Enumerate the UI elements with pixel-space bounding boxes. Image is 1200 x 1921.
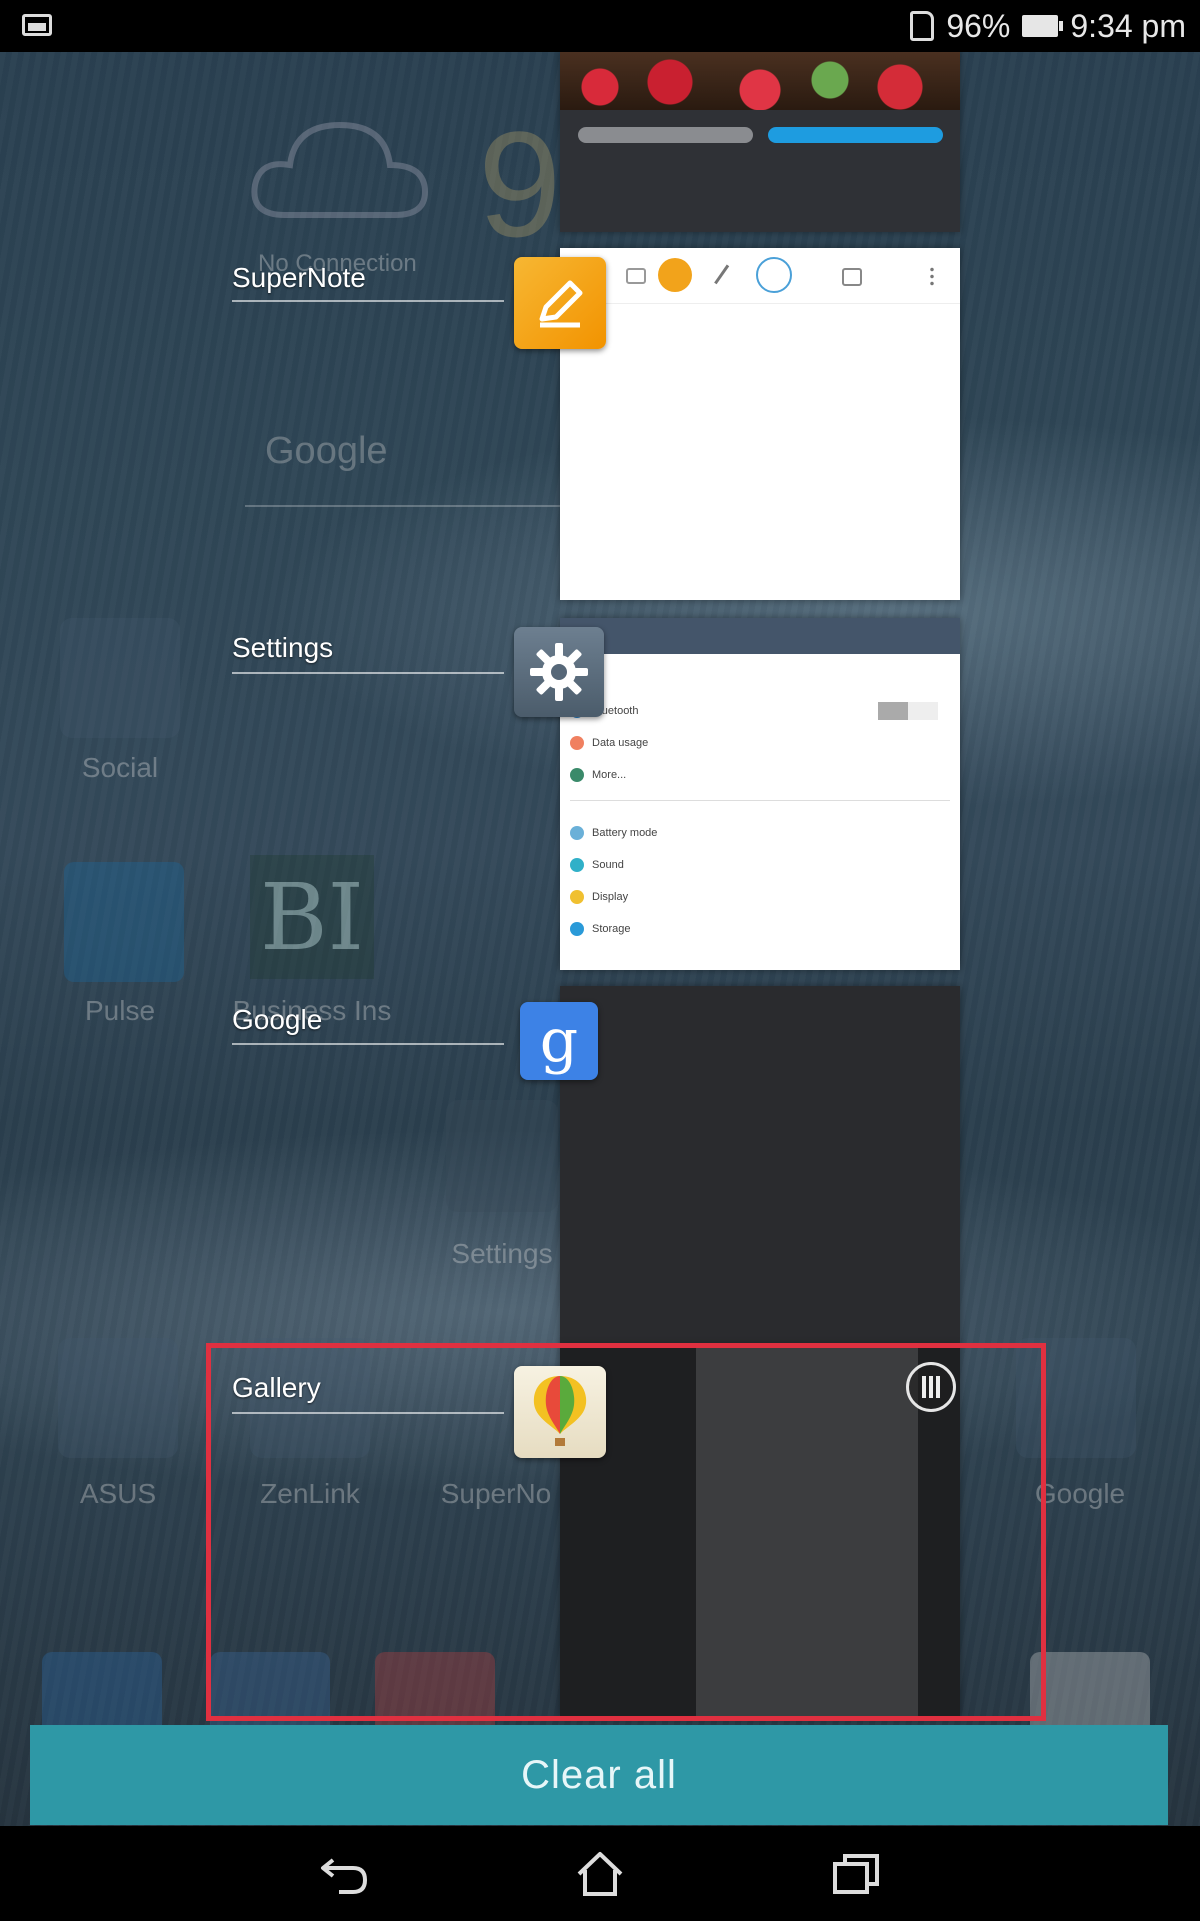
pencil-icon [714, 264, 731, 286]
settings-row-display: Display [570, 882, 950, 912]
supernote-label-underline [232, 300, 504, 302]
cloud-icon [251, 121, 429, 218]
card-thumbnail-image [560, 52, 960, 110]
settings-row-storage: Storage [570, 914, 950, 944]
settings-label-underline [232, 672, 504, 674]
recent-app-label-supernote[interactable]: SuperNote [232, 262, 366, 294]
status-right-group: 96% 9:34 pm [910, 6, 1186, 46]
home-icon [577, 1852, 623, 1896]
folder-asus [58, 1338, 178, 1458]
recent-app-label-settings[interactable]: Settings [232, 632, 333, 664]
supernote-icon[interactable] [514, 257, 606, 349]
business-insider-icon: BI [250, 855, 374, 979]
app-pulse-label: Pulse [84, 995, 156, 1026]
settings-row-bluetooth: Bluetooth [570, 696, 950, 726]
pencil-icon [539, 280, 583, 328]
recent-card-supernote[interactable] [560, 248, 960, 600]
pen-mode-icon [658, 258, 692, 292]
back-icon [321, 1858, 368, 1894]
app-settings-home [446, 1100, 558, 1212]
storage-icon [570, 922, 584, 936]
display-icon [570, 890, 584, 904]
card-thumbnail-button-blue [768, 127, 943, 143]
gear-icon [446, 1100, 558, 1212]
clear-all-button[interactable]: Clear all [30, 1725, 1168, 1825]
status-bar: 96% 9:34 pm [0, 0, 1200, 52]
highlight-box [206, 1343, 1046, 1721]
pulse-icon [64, 862, 184, 982]
google-icon[interactable]: g [520, 1002, 598, 1080]
settings-row-sound: Sound [570, 850, 950, 880]
settings-row-data-usage: Data usage [570, 728, 950, 758]
status-time: 9:34 pm [1070, 7, 1186, 44]
recent-card-partial[interactable] [560, 52, 960, 232]
recent-app-label-google[interactable]: Google [232, 1004, 322, 1036]
clock-widget: 9 [478, 100, 562, 268]
gallery-notification-icon [22, 14, 52, 36]
folder-asus-label: ASUS [79, 1478, 157, 1509]
settings-preview-header [560, 618, 960, 654]
google-search-widget: Google [265, 430, 388, 472]
battery-percent: 96% [946, 7, 1011, 44]
recent-apps-button[interactable] [826, 1848, 886, 1900]
asus-folder-icon [58, 1338, 178, 1458]
battery-mode-icon [570, 826, 584, 840]
recent-apps-icon [833, 1854, 879, 1894]
settings-row-more: More... [570, 760, 950, 790]
settings-divider [570, 800, 950, 801]
google-label-underline [232, 1043, 504, 1045]
gear-glyph [530, 643, 588, 701]
battery-icon [1022, 15, 1064, 37]
home-button[interactable] [570, 1848, 630, 1900]
gear-icon[interactable] [514, 627, 604, 717]
more-options-icon [930, 266, 934, 286]
sd-card-icon [910, 11, 935, 41]
folder-social [60, 618, 180, 738]
keyboard-icon [626, 268, 646, 284]
recent-card-settings[interactable]: Bluetooth Data usage More... Battery mod… [560, 618, 960, 970]
undo-icon [842, 268, 862, 286]
brush-icon [756, 257, 792, 293]
recent-card-google[interactable] [560, 986, 960, 1346]
search-underline [245, 505, 585, 507]
bluetooth-toggle [878, 702, 938, 720]
data-usage-icon [570, 736, 584, 750]
card-thumbnail-button-gray [578, 127, 753, 143]
settings-row-battery-mode: Battery mode [570, 818, 950, 848]
supernote-toolbar [560, 248, 960, 304]
navigation-bar [0, 1826, 1200, 1921]
app-pulse [64, 862, 184, 982]
back-button[interactable] [314, 1848, 374, 1900]
recent-apps-screen: 96% 9:34 pm 9 No Connection Google Socia… [0, 0, 1200, 1921]
folder-social-label: Social [81, 752, 159, 783]
social-folder-icon [60, 618, 180, 738]
more-icon [570, 768, 584, 782]
sound-icon [570, 858, 584, 872]
